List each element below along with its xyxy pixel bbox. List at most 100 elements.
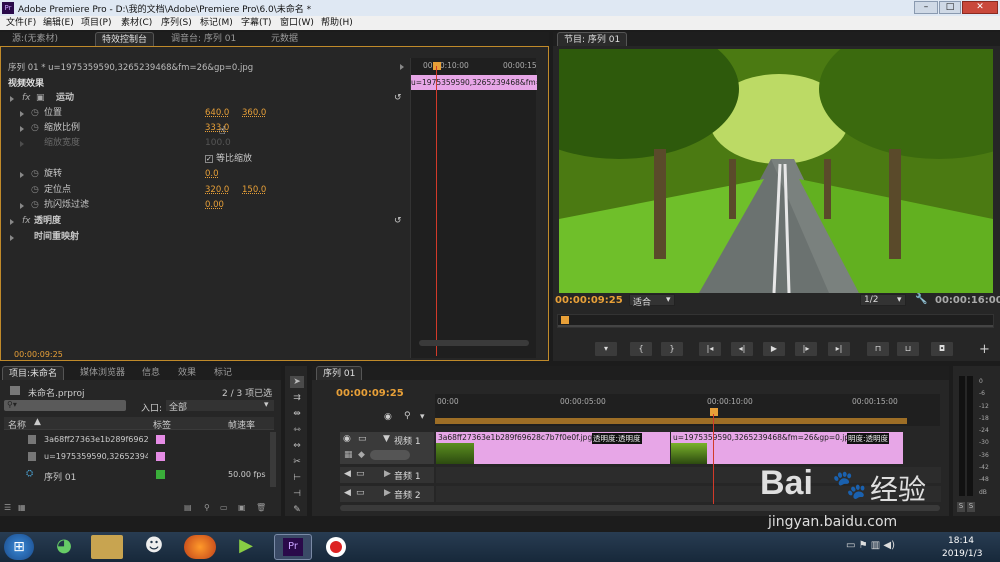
snap-icon[interactable]: ◉ (384, 412, 392, 422)
stopwatch-icon[interactable]: ◷ (31, 167, 39, 182)
menu-window[interactable]: 窗口(W) (280, 16, 314, 30)
column-label[interactable]: 标签 (153, 418, 171, 431)
uniform-scale-checkbox[interactable]: ✓ (205, 155, 213, 163)
taskbar-recorder-icon[interactable] (320, 535, 352, 559)
stopwatch-icon[interactable]: ◷ (31, 183, 39, 198)
speaker-icon[interactable]: ◀ (344, 488, 351, 498)
go-to-out-button[interactable]: ▸| (827, 341, 851, 357)
slide-tool-icon[interactable]: ⊣ (290, 488, 304, 500)
minimize-button[interactable]: – (914, 1, 938, 14)
slip-tool-icon[interactable]: ⊢ (290, 472, 304, 484)
position-y[interactable]: 360.0 (242, 106, 266, 121)
list-item[interactable]: 3a68ff27363e1b289f69628c (4, 433, 268, 447)
tab-media-browser[interactable]: 媒体浏览器 (74, 366, 131, 380)
wrench-icon[interactable]: 🔧 (915, 294, 927, 305)
icon-view-icon[interactable]: ▦ (18, 503, 26, 512)
new-bin-icon[interactable]: ▭ (220, 503, 228, 512)
expand-icon[interactable]: ▶ (384, 488, 391, 498)
playhead-handle[interactable] (433, 62, 441, 70)
keyframe-icon[interactable]: ◆ (358, 450, 365, 460)
marker-icon[interactable]: ▾ (420, 412, 425, 422)
reset-icon[interactable]: ↺ (394, 214, 402, 229)
add-marker-button[interactable]: ▾ (594, 341, 618, 357)
menu-help[interactable]: 帮助(H) (321, 16, 353, 30)
stopwatch-icon[interactable]: ◷ (31, 106, 39, 121)
rate-stretch-tool-icon[interactable]: ⇔ (290, 440, 304, 452)
mini-clip[interactable]: u=1975359590,3265239468&fm= (411, 75, 537, 90)
close-button[interactable]: ✕ (962, 1, 998, 14)
track-select-tool-icon[interactable]: ⇉ (290, 392, 304, 404)
position-x[interactable]: 640.0 (205, 106, 229, 121)
tray-icons[interactable]: ▭ ⚑ ▥ ◀) (846, 540, 895, 551)
tab-program[interactable]: 节目: 序列 01 (557, 32, 628, 46)
lock-icon[interactable]: ▭ (358, 434, 367, 444)
mark-in-button[interactable]: { (629, 341, 653, 357)
link-icon[interactable]: ⚲ (404, 411, 411, 421)
menu-edit[interactable]: 编辑(E) (43, 16, 74, 30)
tab-info[interactable]: 信息 (136, 366, 166, 380)
resolution-dropdown[interactable]: 1/2 ▾ (860, 294, 906, 306)
menu-marker[interactable]: 标记(M) (200, 16, 233, 30)
solo-right-button[interactable]: S (967, 502, 975, 512)
tab-project[interactable]: 项目:未命名 (2, 366, 65, 380)
automate-icon[interactable]: ▤ (184, 503, 192, 512)
rotation-value[interactable]: 0.0 (205, 167, 219, 182)
lock-icon[interactable]: ▭ (356, 488, 365, 498)
column-name[interactable]: 名称 (8, 418, 26, 431)
razor-tool-icon[interactable]: ✂ (290, 456, 304, 468)
display-style-icon[interactable]: ▦ (344, 450, 353, 460)
reset-icon[interactable]: ↺ (394, 91, 402, 106)
timeline-clip-2[interactable]: u=1975359590,3265239468&fm=26&gp=0.jpg 明… (671, 432, 903, 464)
step-back-button[interactable]: ◂| (730, 341, 754, 357)
menu-file[interactable]: 文件(F) (6, 16, 36, 30)
search-input[interactable]: ⚲▾ (4, 400, 126, 411)
list-item[interactable]: u=1975359590,3265239468 (4, 450, 268, 464)
stopwatch-icon[interactable]: ◷ (31, 198, 39, 213)
entry-dropdown[interactable]: 全部 ▾ (166, 400, 274, 413)
column-fps[interactable]: 帧速率 (228, 418, 255, 431)
expand-icon[interactable]: ▶ (384, 469, 391, 479)
taskbar-browser-icon[interactable]: ◕ (48, 535, 80, 559)
timeline-clip-1[interactable]: 3a68ff27363e1b289f69628c7b7f0e0f.jpg 透明度… (436, 432, 670, 464)
speaker-icon[interactable]: ◀ (344, 469, 351, 479)
list-view-icon[interactable]: ☰ (4, 503, 11, 512)
delete-icon[interactable]: 🗑 (256, 503, 266, 512)
mark-out-button[interactable]: } (660, 341, 684, 357)
menu-project[interactable]: 项目(P) (81, 16, 111, 30)
tab-effect-controls[interactable]: 特效控制台 (95, 32, 155, 46)
anti-flicker-value[interactable]: 0.00 (205, 198, 224, 213)
selection-tool-icon[interactable]: ➤ (290, 376, 304, 388)
tab-metadata[interactable]: 元数据 (265, 32, 304, 46)
step-forward-button[interactable]: |▸ (794, 341, 818, 357)
maximize-button[interactable]: □ (939, 1, 961, 14)
anchor-y[interactable]: 150.0 (242, 183, 266, 198)
tab-markers[interactable]: 标记 (208, 366, 238, 380)
ripple-edit-tool-icon[interactable]: ⇹ (290, 408, 304, 420)
anchor-x[interactable]: 320.0 (205, 183, 229, 198)
collapse-icon[interactable]: ▼ (383, 434, 390, 444)
list-item[interactable]: ⛭ 序列 01 50.00 fps (4, 468, 268, 483)
pen-tool-icon[interactable]: ✎ (290, 504, 304, 516)
mini-scrollbar[interactable] (419, 340, 529, 346)
taskbar-qq-icon[interactable]: ☻ (138, 535, 170, 559)
lock-icon[interactable]: ▭ (356, 469, 365, 479)
add-button-icon[interactable]: + (979, 342, 990, 357)
timeline-ruler[interactable]: 00:00 00:00:05:00 00:00:10:00 00:00:15:0… (435, 394, 940, 426)
tab-audio-mixer[interactable]: 调音台: 序列 01 (165, 32, 242, 46)
project-scrollbar[interactable] (270, 432, 276, 487)
eye-icon[interactable]: ◉ (343, 434, 351, 444)
taskbar-folder-icon[interactable] (91, 535, 123, 559)
keyframe-nav[interactable] (370, 450, 410, 460)
rolling-edit-tool-icon[interactable]: ⇿ (290, 424, 304, 436)
camera-icon[interactable]: ◘ (930, 341, 954, 357)
tab-effects[interactable]: 效果 (172, 366, 202, 380)
taskbar-firefox-icon[interactable] (184, 535, 216, 559)
start-button[interactable]: ⊞ (4, 534, 34, 560)
menu-sequence[interactable]: 序列(S) (161, 16, 192, 30)
program-scrub-bar[interactable] (557, 314, 994, 328)
new-item-icon[interactable]: ▣ (238, 503, 246, 512)
menu-clip[interactable]: 素材(C) (121, 16, 152, 30)
play-button[interactable]: ▶ (762, 341, 786, 357)
stopwatch-icon[interactable]: ◷ (31, 121, 39, 136)
tab-sequence[interactable]: 序列 01 (316, 366, 363, 380)
